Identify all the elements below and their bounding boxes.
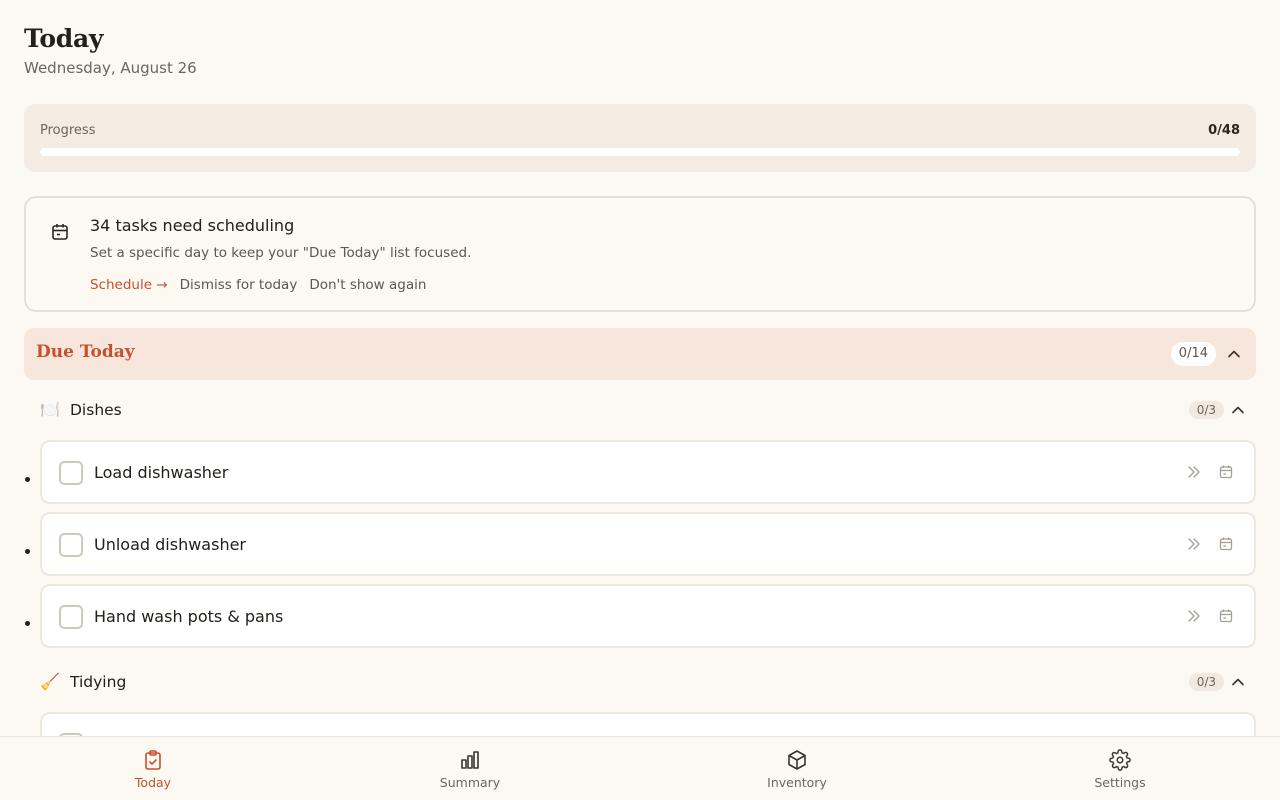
nav-inventory[interactable]: Inventory — [757, 737, 837, 800]
progress-bar — [40, 148, 1240, 156]
chevron-up-icon[interactable] — [1230, 402, 1246, 418]
bottom-nav: Today Summary Inventory Settings — [0, 736, 1280, 800]
nav-label: Inventory — [767, 775, 827, 790]
skip-icon[interactable] — [1186, 464, 1202, 480]
nav-label: Today — [134, 775, 172, 790]
task-checkbox[interactable] — [59, 605, 83, 629]
main-scroll-area[interactable]: Today Wednesday, August 26 Progress 0/48… — [0, 0, 1280, 736]
calendar-icon — [52, 224, 68, 240]
task-label: Hand wash pots & pans — [94, 607, 284, 626]
nav-summary[interactable]: Summary — [430, 737, 510, 800]
notice-actions: Schedule → Dismiss for today Don't show … — [90, 277, 426, 293]
calendar-icon[interactable] — [1218, 536, 1234, 552]
nav-label: Summary — [439, 775, 501, 790]
group-count-badge: 0/3 — [1188, 401, 1224, 419]
task-row[interactable]: Load dishwasher — [25, 440, 1256, 504]
calendar-icon[interactable] — [1218, 464, 1234, 480]
schedule-link[interactable]: Schedule → — [90, 277, 168, 293]
chevron-up-icon[interactable] — [1230, 674, 1246, 690]
chevron-up-icon[interactable] — [1226, 346, 1242, 362]
task-row[interactable]: Hand wash pots & pans — [25, 584, 1256, 648]
skip-icon[interactable] — [1186, 536, 1202, 552]
calendar-icon[interactable] — [1218, 608, 1234, 624]
progress-card: Progress 0/48 — [24, 104, 1256, 172]
nav-today[interactable]: Today — [113, 737, 193, 800]
notice-title: 34 tasks need scheduling — [90, 216, 295, 235]
task-row[interactable]: Unload dishwasher — [25, 512, 1256, 576]
clipboard-check-icon — [145, 750, 161, 770]
plate-icon: 🍽️ — [40, 400, 60, 419]
nav-settings[interactable]: Settings — [1080, 737, 1160, 800]
gear-icon — [1109, 749, 1131, 771]
bar-chart-icon — [461, 751, 479, 769]
group-header-dishes[interactable]: 🍽️ Dishes 0/3 — [40, 396, 1256, 424]
nav-label: Settings — [1094, 775, 1146, 790]
list-bullet — [25, 621, 30, 626]
broom-icon: 🧹 — [40, 672, 60, 691]
group-header-tidying[interactable]: 🧹 Tidying 0/3 — [40, 668, 1256, 696]
page-title: Today — [24, 24, 104, 53]
progress-count: 0/48 — [1208, 123, 1240, 138]
box-icon — [788, 750, 806, 770]
section-title: Due Today — [36, 342, 135, 362]
dismiss-today-link[interactable]: Dismiss for today — [180, 277, 298, 293]
section-count-badge: 0/14 — [1170, 342, 1216, 366]
task-label: Load dishwasher — [94, 463, 229, 482]
group-count-badge: 0/3 — [1188, 673, 1224, 691]
progress-label: Progress — [40, 123, 96, 138]
task-row[interactable] — [40, 712, 1256, 736]
skip-icon[interactable] — [1186, 608, 1202, 624]
scheduling-notice: 34 tasks need scheduling Set a specific … — [24, 196, 1256, 312]
group-label: Tidying — [70, 673, 127, 691]
page-date: Wednesday, August 26 — [24, 59, 197, 77]
group-label: Dishes — [70, 401, 122, 419]
list-bullet — [25, 549, 30, 554]
task-checkbox[interactable] — [59, 461, 83, 485]
task-checkbox[interactable] — [59, 533, 83, 557]
notice-description: Set a specific day to keep your "Due Tod… — [90, 245, 472, 261]
list-bullet — [25, 477, 30, 482]
dont-show-again-link[interactable]: Don't show again — [309, 277, 426, 293]
due-today-section-header[interactable]: Due Today 0/14 — [24, 328, 1256, 380]
task-label: Unload dishwasher — [94, 535, 246, 554]
